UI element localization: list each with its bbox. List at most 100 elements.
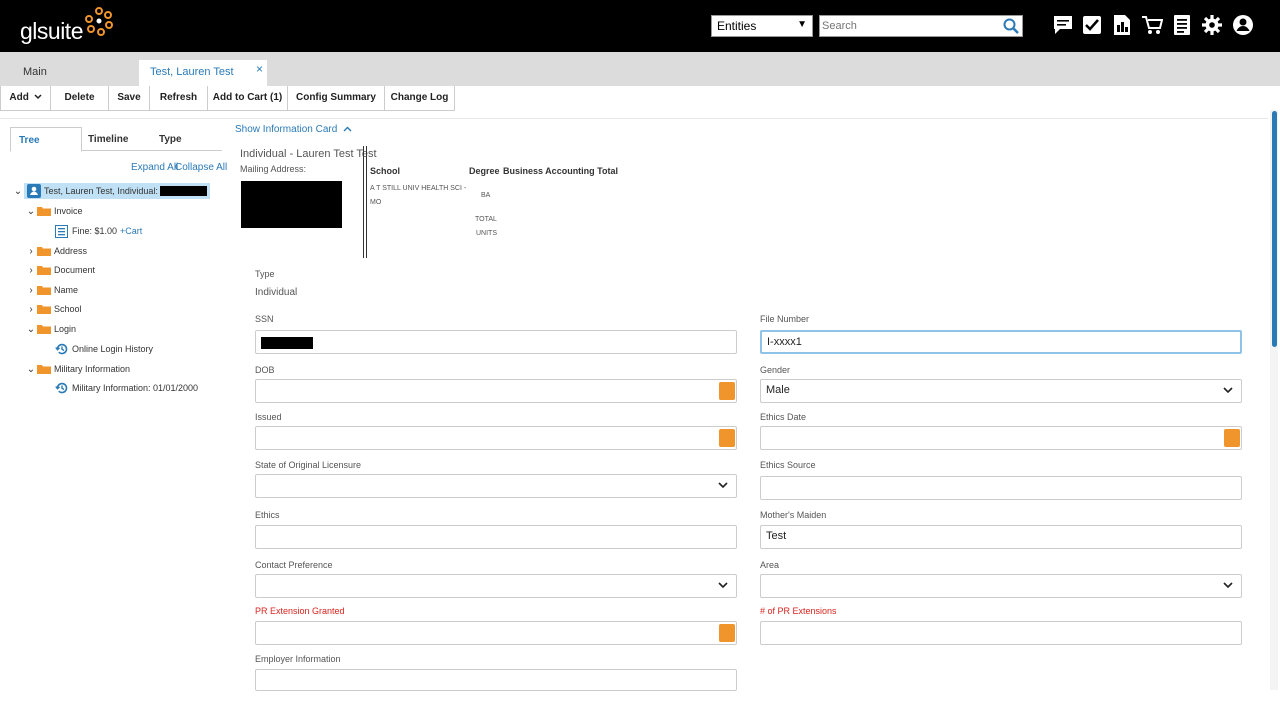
close-icon[interactable]: × [256,62,263,76]
employer-information-textarea[interactable] [255,669,737,691]
save-button[interactable]: Save [109,86,150,111]
calendar-icon[interactable] [719,382,735,400]
tree-item-school[interactable]: › School [25,300,82,318]
entity-select[interactable]: Entities ▼ [711,15,813,37]
area-select[interactable] [760,574,1242,598]
search-box[interactable] [819,15,1023,37]
tree-item-name-label: Name [54,285,79,295]
refresh-button[interactable]: Refresh [150,86,208,111]
tree-item-school-label: School [54,304,82,314]
info-card-business-accounting-header: Business Accounting Total [503,166,619,176]
dob-field[interactable] [255,379,737,403]
folder-icon [37,325,51,334]
user-icon[interactable] [1232,14,1254,36]
tree-item-military-record-label: Military Information: 01/01/2000 [72,383,199,393]
tab-tree[interactable]: Tree [10,127,82,152]
tree-item-root[interactable]: ⌄ Test, Lauren Test, Individual: [12,182,210,200]
state-licensure-select[interactable] [255,474,737,498]
tab-main[interactable]: Main [0,60,139,86]
tree-root-node[interactable]: Test, Lauren Test, Individual: [24,183,210,199]
add-to-cart-link[interactable]: +Cart [120,226,142,236]
checkbox-icon[interactable] [1081,14,1103,36]
file-number-value: I-xxxx1 [767,336,802,348]
chevron-down-icon [1223,582,1233,589]
pr-extensions-count-field[interactable] [760,621,1242,645]
chevron-right-icon[interactable]: › [25,285,37,296]
type-value: Individual [255,287,298,298]
ethics-date-field[interactable] [760,426,1242,450]
info-card-degree-value: BA [481,192,491,199]
tab-individual-record-label: Test, Lauren Test [150,66,234,78]
history-icon [55,382,68,394]
change-log-button[interactable]: Change Log [385,86,455,111]
gender-select[interactable]: Male [760,379,1242,403]
report-icon[interactable] [1111,14,1133,36]
tree-item-fine[interactable]: Fine: $1.00 +Cart [55,222,142,240]
add-to-cart-button[interactable]: Add to Cart (1) [208,86,288,111]
folder-icon [37,207,51,216]
search-input[interactable] [820,16,1000,36]
chevron-down-icon[interactable]: ⌄ [25,206,37,217]
ethics-field[interactable] [255,525,737,549]
cart-icon[interactable] [1141,14,1163,36]
tree-item-online-login-history[interactable]: Online Login History [55,340,153,358]
calendar-icon[interactable] [719,429,735,447]
chevron-down-icon: ▼ [797,19,807,30]
card-divider [363,146,364,258]
chevron-down-icon [718,582,728,589]
tree-item-name[interactable]: › Name [25,281,78,299]
chevron-right-icon[interactable]: › [25,246,37,257]
tab-type[interactable]: Type [159,127,182,151]
chevron-down-icon [34,94,42,100]
config-summary-button[interactable]: Config Summary [288,86,385,111]
add-button[interactable]: Add [0,86,51,111]
search-icon[interactable] [1002,17,1020,35]
issued-field[interactable] [255,426,737,450]
contact-preference-select[interactable] [255,574,737,598]
show-information-card-toggle[interactable]: Show Information Card [235,124,352,135]
chat-icon[interactable] [1052,14,1074,36]
delete-button[interactable]: Delete [51,86,109,111]
file-number-field[interactable]: I-xxxx1 [760,330,1242,354]
individual-icon [27,184,41,198]
tree-item-military-record[interactable]: Military Information: 01/01/2000 [55,379,198,397]
tree-item-login[interactable]: ⌄ Login [25,320,76,338]
document-icon[interactable] [1171,14,1193,36]
tree-item-military-information[interactable]: ⌄ Military Information [25,360,130,378]
chevron-right-icon[interactable]: › [25,304,37,315]
info-card-mailing-label: Mailing Address: [240,164,307,174]
chevron-right-icon[interactable]: › [25,265,37,276]
mothers-maiden-field[interactable]: Test [760,525,1242,549]
expand-all-link[interactable]: Expand All [131,162,178,173]
pr-extensions-count-label: # of PR Extensions [760,606,837,616]
tab-timeline[interactable]: Timeline [88,127,128,151]
app-logo[interactable]: glsuite [20,7,114,46]
chevron-up-icon [343,126,352,132]
calendar-icon[interactable] [1224,429,1240,447]
type-label: Type [255,269,275,279]
info-card-school-value: A T STILL UNIV HEALTH SCI - [370,185,467,192]
scrollbar-thumb[interactable] [1272,111,1277,347]
tree-root-label: Test, Lauren Test, Individual: [44,186,158,196]
ssn-field[interactable] [255,330,737,354]
tree-item-address[interactable]: › Address [25,242,87,260]
collapse-all-link[interactable]: Collapse All [175,162,227,173]
tab-individual-record[interactable]: Test, Lauren Test × [139,60,267,86]
gear-icon[interactable] [1201,14,1223,36]
logo-text: glsuite [20,18,83,44]
chevron-down-icon[interactable]: ⌄ [25,324,37,335]
invoice-icon [55,224,68,238]
folder-icon [37,247,51,256]
mothers-maiden-value: Test [766,530,787,542]
chevron-down-icon[interactable]: ⌄ [12,186,24,197]
ethics-source-field[interactable] [760,476,1242,500]
tree-item-document[interactable]: › Document [25,261,95,279]
chevron-down-icon[interactable]: ⌄ [25,364,37,375]
contact-preference-label: Contact Preference [255,560,333,570]
history-icon [55,343,68,355]
calendar-icon[interactable] [719,624,735,642]
tree-item-invoice[interactable]: ⌄ Invoice [25,202,83,220]
entity-select-value: Entities [717,19,757,33]
gender-label: Gender [760,365,791,375]
pr-extension-granted-field[interactable] [255,621,737,645]
